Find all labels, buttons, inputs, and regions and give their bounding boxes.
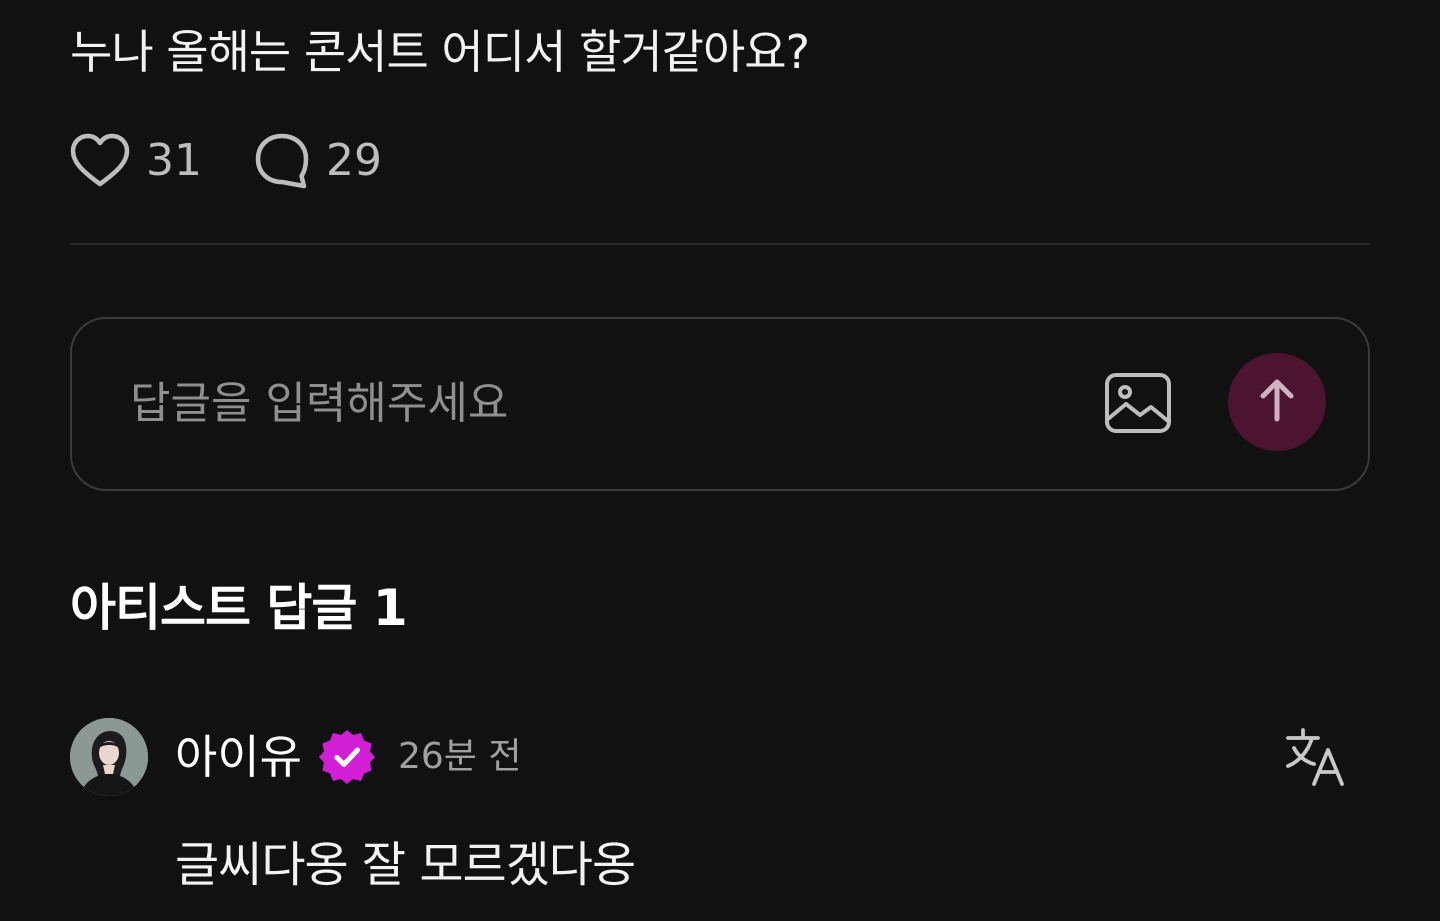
comment-button[interactable]: 29 [254, 130, 382, 192]
like-count: 31 [146, 135, 202, 186]
comment-timestamp: 26분 전 [398, 736, 522, 777]
speech-bubble-icon [254, 132, 310, 190]
comment-count: 29 [326, 135, 382, 186]
attach-image-button[interactable] [1104, 371, 1172, 435]
avatar[interactable] [70, 718, 148, 796]
heart-icon [70, 133, 130, 189]
artist-comment-header: 아이유 26분 전 [70, 718, 1370, 798]
comment-text: 글씨다옹 잘 모르겠다옹 [175, 837, 636, 893]
post-actions: 31 29 [70, 130, 382, 192]
verified-badge-icon [318, 728, 376, 786]
arrow-up-icon [1257, 377, 1297, 427]
image-icon [1104, 373, 1172, 439]
send-button[interactable] [1228, 353, 1326, 451]
post-text: 누나 올해는 콘서트 어디서 할거같아요? [70, 25, 810, 79]
divider [70, 243, 1370, 245]
translate-button[interactable] [1284, 726, 1346, 788]
translate-icon [1284, 728, 1346, 792]
like-button[interactable]: 31 [70, 130, 202, 192]
author-name[interactable]: 아이유 [175, 724, 302, 790]
reply-box [70, 317, 1370, 491]
artist-replies-title: 아티스트 답글 1 [70, 579, 408, 637]
reply-input[interactable] [130, 371, 1010, 435]
